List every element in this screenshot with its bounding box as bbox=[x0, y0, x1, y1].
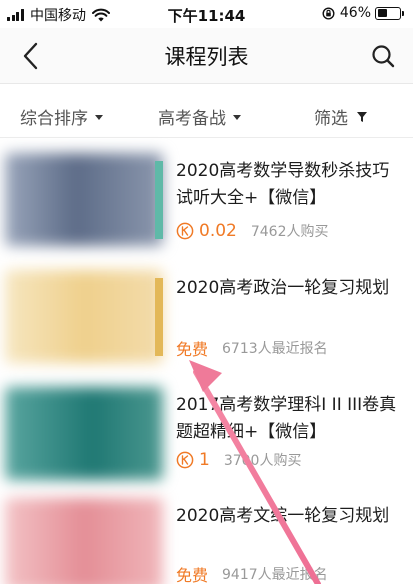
signup-count: 9417人最近报名 bbox=[222, 567, 328, 583]
course-item[interactable]: 2020高考政治一轮复习规划 免费 6713人最近报名 bbox=[0, 262, 413, 379]
caret-down-icon bbox=[233, 115, 241, 120]
battery-icon bbox=[375, 6, 404, 20]
rotation-lock-icon bbox=[322, 6, 335, 20]
course-meta: 1 3700人购买 bbox=[176, 450, 301, 470]
purchase-count: 7462人购买 bbox=[250, 224, 329, 240]
course-thumbnail[interactable] bbox=[5, 153, 163, 246]
signup-count: 6713人最近报名 bbox=[222, 341, 328, 357]
purchase-count: 3700人购买 bbox=[223, 453, 302, 469]
nav-bar: 课程列表 bbox=[0, 28, 413, 84]
coin-icon bbox=[176, 222, 194, 240]
price-value: 0.02 bbox=[199, 221, 237, 241]
course-meta: 0.02 7462人购买 bbox=[176, 221, 329, 241]
thumbnail-edge bbox=[155, 278, 163, 356]
course-title[interactable]: 2020高考文综一轮复习规划 bbox=[176, 503, 406, 530]
filter-screen[interactable]: 筛选 bbox=[314, 104, 368, 129]
page-title: 课程列表 bbox=[164, 45, 249, 69]
wifi-icon bbox=[92, 8, 110, 22]
course-item[interactable]: 2020高考数学导数秒杀技巧试听大全+【微信】 0.02 7462人购买 bbox=[0, 145, 413, 262]
battery-fill bbox=[377, 9, 388, 17]
coin-icon bbox=[176, 451, 194, 469]
course-thumbnail[interactable] bbox=[5, 270, 163, 363]
status-right: 46% bbox=[322, 5, 404, 21]
course-meta: 免费 9417人最近报名 bbox=[176, 562, 328, 584]
funnel-icon bbox=[357, 111, 367, 122]
course-title[interactable]: 2020高考政治一轮复习规划 bbox=[176, 275, 406, 302]
course-title[interactable]: 2017高考数学理科I II III卷真题超精细+【微信】 bbox=[176, 392, 406, 446]
status-left: 中国移动 bbox=[7, 5, 110, 25]
course-item[interactable]: 2017高考数学理科I II III卷真题超精细+【微信】 1 3700人购买 bbox=[0, 379, 413, 496]
course-thumbnail[interactable] bbox=[5, 387, 163, 480]
filter-screen-label: 筛选 bbox=[314, 109, 348, 129]
carrier-name: 中国移动 bbox=[30, 8, 86, 24]
filter-category-label: 高考备战 bbox=[158, 109, 226, 129]
course-title[interactable]: 2020高考数学导数秒杀技巧试听大全+【微信】 bbox=[176, 158, 406, 212]
course-meta: 免费 6713人最近报名 bbox=[176, 336, 328, 360]
search-icon[interactable] bbox=[369, 42, 397, 70]
course-price: 1 bbox=[176, 450, 210, 470]
filter-bar: 综合排序 高考备战 筛选 bbox=[0, 92, 413, 138]
filter-category[interactable]: 高考备战 bbox=[158, 104, 241, 129]
cellular-signal-icon bbox=[7, 9, 25, 21]
course-item[interactable]: 2020高考文综一轮复习规划 免费 9417人最近报名 bbox=[0, 490, 413, 584]
course-price: 0.02 bbox=[176, 221, 237, 241]
status-bar: 中国移动 下午11:44 46% bbox=[0, 0, 413, 28]
course-price: 免费 bbox=[176, 340, 209, 359]
course-thumbnail[interactable] bbox=[5, 498, 163, 584]
filter-sort[interactable]: 综合排序 bbox=[20, 104, 103, 129]
back-arrow-icon[interactable] bbox=[16, 40, 48, 72]
battery-percent: 46% bbox=[339, 5, 371, 21]
price-value: 1 bbox=[199, 450, 210, 470]
caret-down-icon bbox=[95, 115, 103, 120]
thumbnail-edge bbox=[155, 161, 163, 239]
course-price: 免费 bbox=[176, 566, 209, 584]
filter-sort-label: 综合排序 bbox=[20, 109, 88, 129]
